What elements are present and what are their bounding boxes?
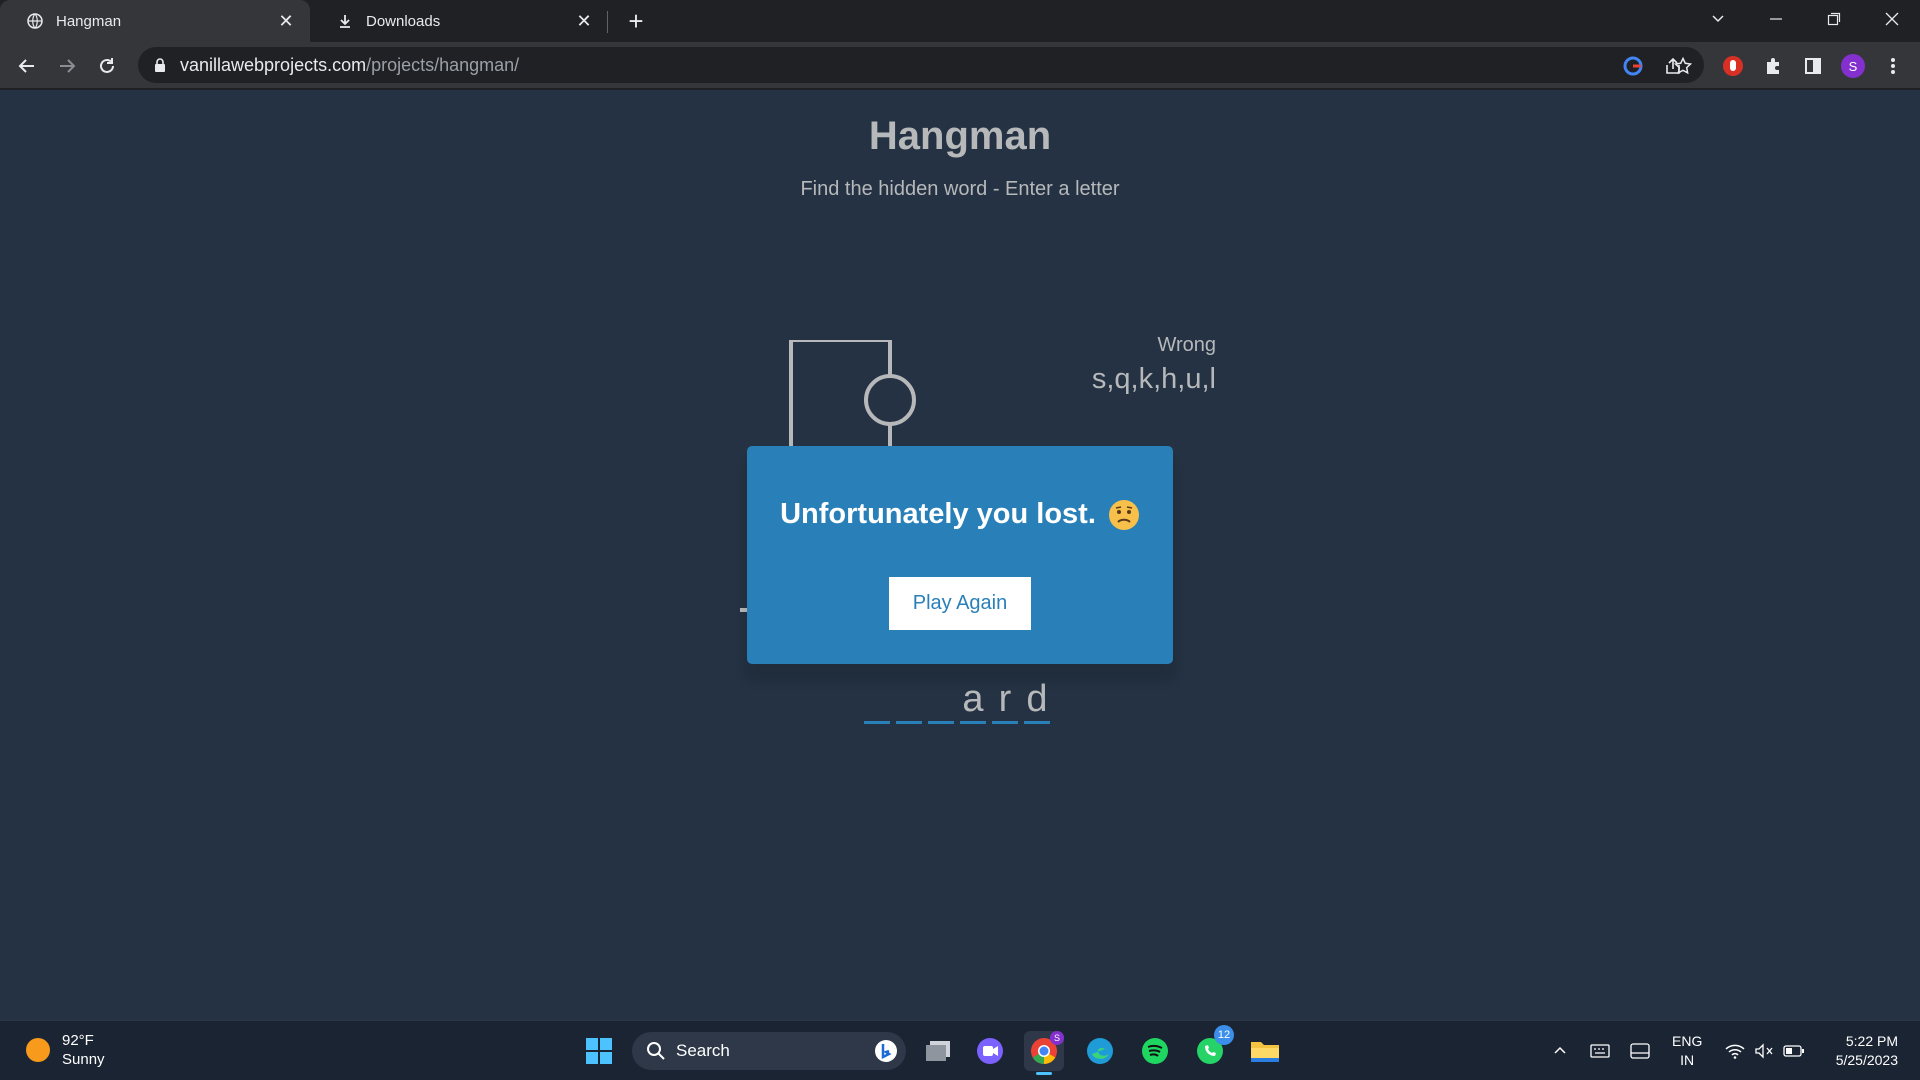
globe-icon xyxy=(26,12,44,30)
search-icon xyxy=(646,1041,666,1061)
active-app-indicator xyxy=(1036,1072,1052,1075)
tab-strip: Hangman ✕ Downloads ✕ + xyxy=(0,0,1920,42)
whatsapp-icon[interactable]: 12 xyxy=(1190,1025,1234,1071)
wifi-icon[interactable] xyxy=(1723,1039,1747,1063)
spotify-icon[interactable] xyxy=(1135,1031,1175,1071)
new-tab-button[interactable]: + xyxy=(620,6,652,36)
tab-title: Downloads xyxy=(366,12,441,30)
profile-initial: S xyxy=(1841,54,1865,78)
tab-separator xyxy=(607,11,608,33)
wrong-letters: s,q,k,h,u,l xyxy=(1091,363,1216,395)
clock-date: 5/25/2023 xyxy=(1835,1052,1898,1068)
forward-button[interactable] xyxy=(52,51,82,81)
page-subtitle: Find the hidden word - Enter a letter xyxy=(800,178,1120,200)
language-indicator[interactable]: ENG IN xyxy=(1672,1032,1702,1070)
bing-icon[interactable] xyxy=(874,1039,898,1063)
clock-time: 5:22 PM xyxy=(1845,1033,1898,1049)
play-again-button[interactable]: Play Again xyxy=(888,577,1032,630)
close-icon[interactable]: ✕ xyxy=(276,11,296,31)
side-panel-icon[interactable] xyxy=(1798,51,1828,81)
lang-bottom: IN xyxy=(1680,1052,1695,1068)
task-view-icon[interactable] xyxy=(918,1031,958,1071)
weather-temp: 92°F xyxy=(62,1032,94,1049)
browser-toolbar: vanillawebprojects.com/projects/hangman/… xyxy=(0,42,1920,89)
teams-chat-icon[interactable] xyxy=(970,1031,1010,1071)
page-title: Hangman xyxy=(868,114,1052,158)
wrong-letters-container: Wrong s,q,k,h,u,l xyxy=(1092,334,1216,396)
word-letter xyxy=(896,678,922,724)
whatsapp-badge: 12 xyxy=(1214,1025,1234,1045)
reload-button[interactable] xyxy=(92,51,122,81)
volume-muted-icon[interactable] xyxy=(1752,1039,1776,1063)
game-over-popup: Unfortunately you lost. Play Again xyxy=(747,446,1173,664)
lock-icon[interactable] xyxy=(152,57,168,73)
profile-avatar[interactable]: S xyxy=(1838,51,1868,81)
extension-red-icon[interactable] xyxy=(1718,51,1748,81)
popup-message: Unfortunately you lost. xyxy=(780,498,1096,530)
hidden-word: a r d xyxy=(864,678,1050,724)
edge-icon[interactable] xyxy=(1080,1031,1120,1071)
tablet-mode-icon[interactable] xyxy=(1628,1039,1652,1063)
google-lens-icon[interactable] xyxy=(1622,55,1644,77)
confused-face-icon xyxy=(1108,499,1139,530)
url-path: /projects/hangman/ xyxy=(366,54,520,75)
search-label: Search xyxy=(676,1041,730,1060)
tab-downloads[interactable]: Downloads ✕ xyxy=(310,0,608,42)
tab-title: Hangman xyxy=(56,12,122,30)
address-bar[interactable]: vanillawebprojects.com/projects/hangman/ xyxy=(138,47,1704,83)
weather-desc: Sunny xyxy=(62,1051,105,1068)
word-letter: a xyxy=(960,678,986,724)
sun-icon xyxy=(26,1038,50,1062)
file-explorer-icon[interactable] xyxy=(1245,1031,1285,1071)
bookmark-star-icon[interactable] xyxy=(1668,51,1698,81)
tab-hangman[interactable]: Hangman ✕ xyxy=(0,0,310,42)
extensions-puzzle-icon[interactable] xyxy=(1758,51,1788,81)
minimize-button[interactable] xyxy=(1748,0,1804,38)
battery-icon[interactable] xyxy=(1782,1039,1806,1063)
restore-button[interactable] xyxy=(1806,0,1862,38)
word-letter: r xyxy=(992,678,1018,724)
word-letter xyxy=(928,678,954,724)
chrome-icon[interactable]: S xyxy=(1024,1031,1064,1075)
chrome-profile-badge: S xyxy=(1050,1031,1064,1045)
close-icon[interactable]: ✕ xyxy=(574,11,594,31)
menu-kebab-icon[interactable] xyxy=(1878,51,1908,81)
back-button[interactable] xyxy=(12,51,42,81)
show-hidden-icons-chevron-icon[interactable] xyxy=(1548,1039,1572,1063)
figure-head xyxy=(864,374,916,426)
word-letter xyxy=(864,678,890,724)
download-icon xyxy=(336,12,354,30)
tab-search-chevron-icon[interactable] xyxy=(1690,0,1746,38)
keyboard-icon[interactable] xyxy=(1588,1039,1612,1063)
url-host: vanillawebprojects.com xyxy=(180,54,367,75)
wrong-label: Wrong xyxy=(1157,334,1216,356)
close-window-button[interactable] xyxy=(1864,0,1920,38)
lang-top: ENG xyxy=(1672,1033,1703,1049)
taskbar-search[interactable]: Search xyxy=(632,1032,906,1070)
windows-taskbar: 92°F Sunny Search S 12 ENG IN 5:22 PM 5/… xyxy=(0,1020,1920,1080)
weather-widget[interactable]: 92°F Sunny xyxy=(26,1031,105,1069)
system-clock[interactable]: 5:22 PM 5/25/2023 xyxy=(1822,1032,1898,1070)
popup-message-row: Unfortunately you lost. xyxy=(747,498,1173,531)
windows-start-icon[interactable] xyxy=(579,1031,619,1071)
word-letter: d xyxy=(1024,678,1050,724)
